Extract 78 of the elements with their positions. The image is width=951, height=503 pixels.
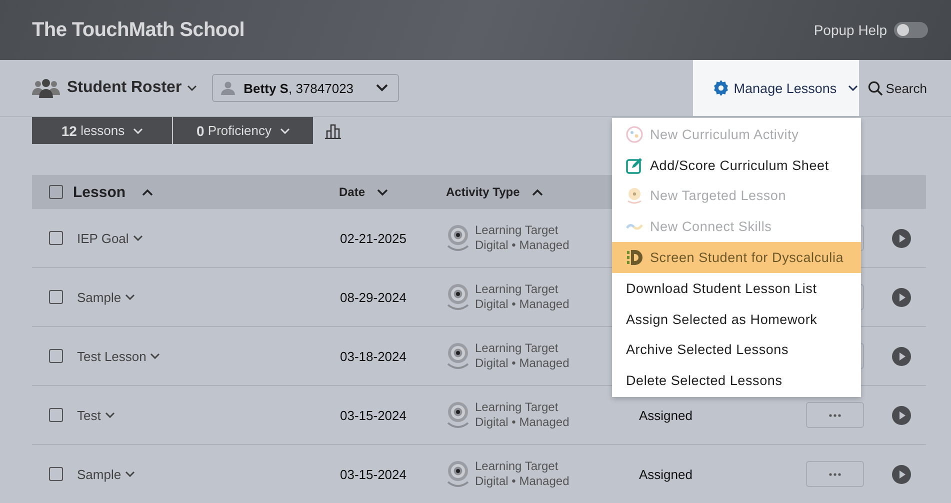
date-cell-text: 03-15-2024 [340, 408, 408, 422]
more-icon [829, 472, 841, 476]
activity-mode: Digital • Managed [475, 415, 570, 430]
wave-icon [626, 222, 643, 232]
select-all-checkbox[interactable] [49, 185, 63, 199]
date-cell-text: 03-15-2024 [340, 466, 408, 482]
target-icon [446, 460, 470, 488]
popup-help-label: Popup Help [814, 22, 887, 38]
play-icon[interactable] [892, 288, 911, 306]
row-checkbox[interactable] [49, 349, 63, 363]
chevron-down-icon [132, 235, 143, 241]
settings-icon [712, 80, 729, 96]
chevron-down-icon [125, 471, 136, 477]
date-cell-text: 03-18-2024 [340, 348, 408, 364]
play-icon[interactable] [892, 228, 911, 248]
chevron-down-icon [132, 128, 143, 134]
edit-icon [626, 156, 643, 174]
row-checkbox[interactable] [49, 290, 63, 304]
palette-icon [626, 126, 643, 143]
target-icon [446, 283, 470, 311]
status-cell-text: Assigned [639, 408, 694, 422]
activity-type: Learning Target [475, 223, 558, 238]
play-icon[interactable] [892, 406, 911, 424]
people-icon [32, 78, 60, 98]
status-cell-text: Assigned [639, 466, 694, 482]
target-icon [446, 224, 470, 252]
activity-type: Learning Target [475, 400, 558, 415]
target-icon [446, 401, 470, 429]
lesson-name-dropdown[interactable]: IEP Goal [77, 230, 340, 246]
lesson-name-dropdown[interactable]: Test [77, 408, 340, 422]
activity-mode: Digital • Managed [475, 238, 570, 253]
menu-item[interactable]: Screen Student for Dyscalculia [612, 242, 861, 273]
chevron-down-icon [376, 84, 388, 92]
column-header[interactable]: Activity Type [446, 185, 543, 199]
manage-lessons-button[interactable]: Manage Lessons [692, 60, 859, 116]
search-icon [868, 80, 883, 96]
menu-item[interactable]: Archive Selected Lessons [612, 334, 861, 366]
play-icon[interactable] [892, 464, 911, 484]
bar-chart-icon[interactable] [324, 122, 342, 138]
search-button[interactable]: Search [868, 80, 927, 96]
activity-mode: Digital • Managed [475, 297, 570, 312]
target-icon [446, 342, 470, 370]
letter-d-icon [626, 249, 643, 266]
lesson-name-dropdown[interactable]: Sample [77, 290, 340, 304]
date-cell-text: 08-29-2024 [340, 290, 408, 304]
filter-dropdown[interactable]: 0 Proficiency [173, 117, 313, 144]
date-cell-text: 02-21-2025 [340, 230, 408, 246]
person-icon [220, 81, 235, 95]
target-icon [626, 187, 643, 204]
activity-type: Learning Target [475, 459, 558, 474]
menu-item[interactable]: Delete Selected Lessons [612, 365, 861, 396]
column-header[interactable]: Date [339, 185, 446, 199]
chevron-down-icon [125, 294, 136, 300]
activity-mode: Digital • Managed [475, 356, 570, 371]
row-checkbox[interactable] [49, 467, 63, 481]
activity-mode: Digital • Managed [475, 474, 570, 489]
popup-help-toggle[interactable] [894, 22, 928, 38]
activity-type: Learning Target [475, 282, 558, 297]
row-checkbox[interactable] [49, 231, 63, 245]
chevron-down-icon [848, 85, 858, 91]
activity-type: Learning Target [475, 341, 558, 356]
chevron-down-icon [150, 353, 160, 359]
chevron-down-icon [280, 128, 290, 134]
filter-dropdown[interactable]: 12 lessons [32, 117, 172, 144]
play-icon[interactable] [892, 346, 911, 366]
menu-item[interactable]: Add/Score Curriculum Sheet [612, 150, 861, 181]
chevron-down-icon [104, 412, 115, 418]
column-header[interactable]: Lesson [73, 184, 339, 200]
student-select[interactable]: Betty S, 37847023 [212, 74, 399, 102]
more-icon [829, 414, 841, 416]
menu-item[interactable]: Download Student Lesson List [612, 272, 861, 304]
lesson-name-dropdown[interactable]: Test Lesson [77, 348, 340, 364]
school-title: The TouchMath School [32, 18, 245, 42]
lesson-name-dropdown[interactable]: Sample [77, 466, 340, 482]
chevron-down-icon [186, 85, 197, 91]
menu-item[interactable]: Assign Selected as Homework [612, 304, 861, 335]
student-roster-dropdown[interactable]: Student Roster [67, 79, 197, 97]
row-checkbox[interactable] [49, 408, 63, 422]
